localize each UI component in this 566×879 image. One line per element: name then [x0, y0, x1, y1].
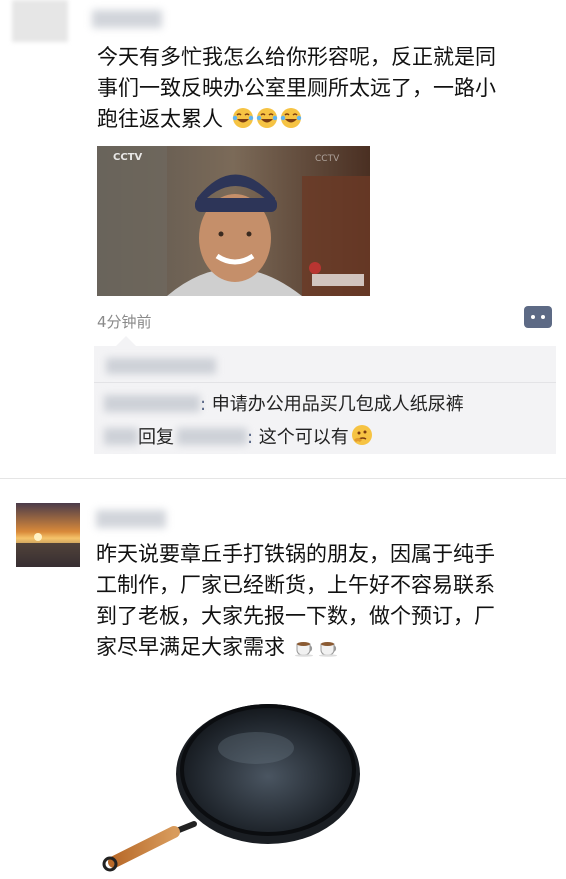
likes-blurred [106, 358, 216, 374]
comment-colon: : [200, 394, 212, 415]
comments-panel: : 申请办公用品买几包成人纸尿裤 回复: 这个可以有 [94, 336, 556, 454]
wok-image[interactable] [96, 696, 396, 875]
laugh-cry-emoji [280, 108, 301, 128]
reply-label: 回复 [138, 427, 174, 448]
post-divider [0, 478, 566, 479]
thinking-emoji [351, 425, 372, 445]
laugh-cry-emoji [232, 108, 253, 128]
coffee-emoji [318, 642, 337, 657]
avatar[interactable] [16, 503, 80, 567]
sunset-avatar-image [16, 503, 80, 567]
commenter-name-blurred [104, 395, 200, 412]
reply-target-blurred [177, 428, 247, 445]
post-time: 4分钟前 [97, 313, 152, 331]
cctv-watermark: CCTV [113, 152, 143, 163]
video-frame-image [97, 146, 370, 296]
comment-text: 申请办公用品买几包成人纸尿裤 [211, 394, 464, 415]
coffee-emoji [294, 642, 313, 657]
username-blurred[interactable] [96, 510, 166, 528]
comment-item[interactable]: : 申请办公用品买几包成人纸尿裤 [104, 392, 464, 418]
post-text: 昨天说要章丘手打铁锅的朋友，因属于纯手 工制作，厂家已经断货，上午好不容易联系 … [96, 542, 495, 659]
coffee-emoji-group [285, 635, 340, 659]
comment-item[interactable]: 回复: 这个可以有 [104, 424, 373, 451]
post-text: 今天有多忙我怎么给你形容呢，反正就是同 事们一致反映办公室里厕所太远了，一路小 … [97, 45, 496, 131]
more-options-button[interactable] [524, 306, 552, 328]
laugh-cry-emoji-group [223, 107, 302, 131]
comment-text: 这个可以有 [258, 427, 349, 448]
dot-icon [531, 315, 535, 319]
comments-divider [94, 382, 556, 383]
cctv-watermark-right: CCTV [315, 154, 340, 164]
commenter-name-blurred [104, 428, 138, 445]
username-blurred[interactable] [92, 10, 162, 28]
iron-wok-illustration [102, 704, 360, 872]
dot-icon [541, 315, 545, 319]
avatar[interactable] [12, 0, 68, 42]
video-thumbnail[interactable]: CCTV CCTV [97, 146, 370, 296]
laugh-cry-emoji [256, 108, 277, 128]
